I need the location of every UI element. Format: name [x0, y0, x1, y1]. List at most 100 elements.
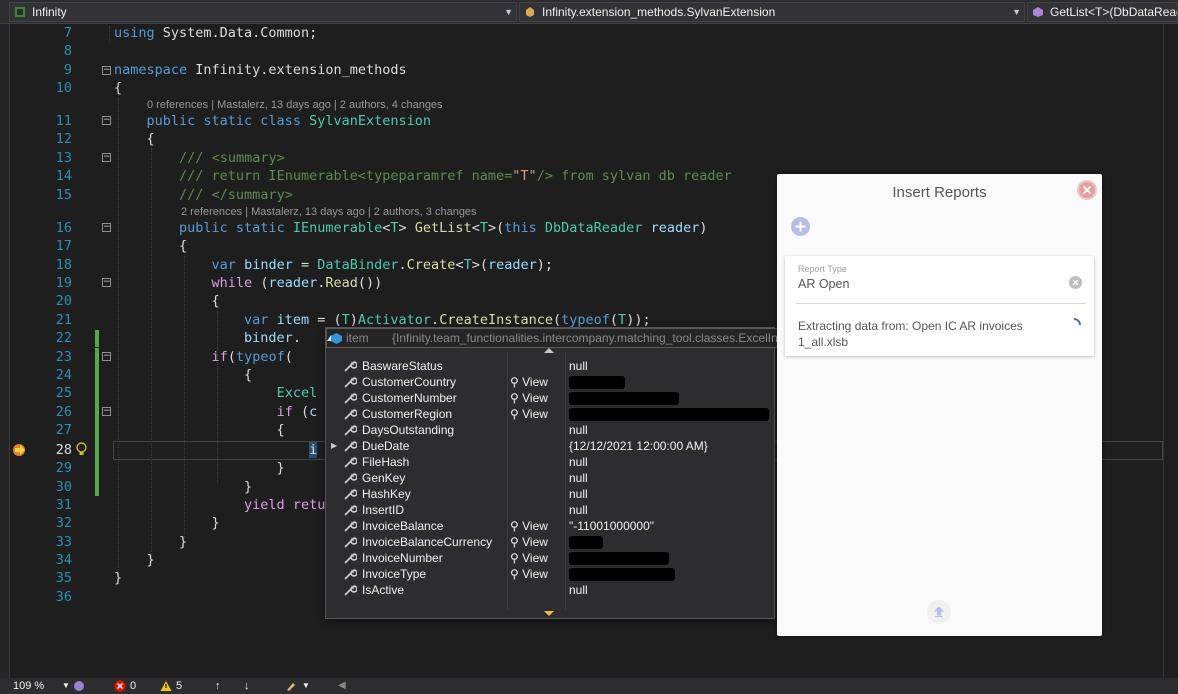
- line-number: 12: [55, 131, 72, 147]
- expand-arrow-icon[interactable]: ▶: [331, 438, 337, 454]
- class-icon: [526, 7, 534, 17]
- visualizer-view-button[interactable]: ⚲ View: [510, 518, 548, 534]
- line-number-current: 28: [55, 442, 72, 458]
- magnifier-icon: ⚲: [510, 519, 519, 533]
- collapse-toggle[interactable]: −: [102, 352, 111, 361]
- lightbulb-icon[interactable]: [76, 442, 87, 457]
- datatip-row[interactable]: IsActive null: [326, 582, 774, 598]
- visualizer-view-button[interactable]: ⚲ View: [510, 566, 548, 582]
- member-dropdown[interactable]: GetList<T>(DbDataReade: [1027, 2, 1178, 22]
- line-number: 36: [55, 589, 72, 605]
- collapse-toggle[interactable]: −: [102, 153, 111, 162]
- debugger-datatip[interactable]: item {Infinity.team_functionalities.inte…: [325, 327, 836, 619]
- scroll-left-icon[interactable]: ◀: [338, 678, 346, 694]
- code-line: {: [114, 367, 253, 383]
- visualizer-view-button[interactable]: ⚲ View: [510, 534, 548, 550]
- datatip-row[interactable]: GenKey null: [326, 470, 774, 486]
- scroll-up-icon[interactable]: [544, 348, 554, 353]
- project-dropdown[interactable]: Infinity ▼: [9, 2, 517, 22]
- visualizer-view-button[interactable]: ⚲ View: [510, 390, 548, 406]
- vertical-scrollbar[interactable]: [1163, 24, 1178, 678]
- redaction-mark: [569, 392, 679, 406]
- datatip-row[interactable]: HashKey null: [326, 486, 774, 502]
- view-label: View: [522, 551, 548, 565]
- copilot-icon[interactable]: [73, 680, 85, 692]
- warning-count[interactable]: 5: [176, 678, 182, 694]
- line-number: 34: [55, 552, 72, 568]
- codelens-info[interactable]: 0 references | Mastalerz, 13 days ago | …: [147, 98, 443, 112]
- arrow-down-icon[interactable]: ↓: [244, 678, 250, 694]
- code-line: {: [114, 80, 123, 96]
- chevron-down-icon: ▼: [504, 7, 513, 17]
- visualizer-view-button[interactable]: ⚲ View: [510, 550, 548, 566]
- datatip-row[interactable]: CustomerRegion ⚲ View: [326, 406, 774, 422]
- datatip-row[interactable]: DaysOutstanding null: [326, 422, 774, 438]
- datatip-row[interactable]: InvoiceType ⚲ View: [326, 566, 774, 582]
- code-line: }: [114, 570, 123, 586]
- datatip-row[interactable]: InvoiceBalanceCurrency ⚲ View: [326, 534, 774, 550]
- property-value: [569, 534, 603, 550]
- collapse-toggle[interactable]: −: [102, 407, 111, 416]
- line-number: 22: [55, 330, 72, 346]
- property-wrench-icon: [344, 505, 357, 516]
- datatip-row[interactable]: BaswareStatus null: [326, 358, 774, 374]
- line-number: 25: [55, 385, 72, 401]
- report-type-label: Report Type: [798, 264, 847, 274]
- navigation-bar: Infinity ▼ Infinity.extension_methods.Sy…: [0, 0, 1178, 24]
- code-line: using System.Data.Common;: [114, 25, 318, 41]
- brush-icon[interactable]: [285, 680, 298, 692]
- error-icon[interactable]: [114, 680, 126, 692]
- project-name: Infinity: [32, 5, 67, 19]
- view-label: View: [522, 535, 548, 549]
- code-line: var binder = DataBinder.Create<T>(reader…: [211, 257, 554, 273]
- clear-icon: [1072, 279, 1079, 286]
- property-wrench-icon: [344, 409, 357, 420]
- datatip-row[interactable]: InvoiceNumber ⚲ View: [326, 550, 774, 566]
- code-line: }: [114, 534, 188, 550]
- line-number: 17: [55, 238, 72, 254]
- redaction-mark: [569, 376, 625, 390]
- clear-button[interactable]: [1069, 276, 1082, 289]
- csharp-project-icon: [15, 7, 25, 17]
- collapse-toggle[interactable]: −: [102, 66, 111, 75]
- warning-icon[interactable]: [160, 680, 172, 692]
- line-number: 20: [55, 293, 72, 309]
- codelens-info[interactable]: 2 references | Mastalerz, 13 days ago | …: [181, 205, 477, 219]
- property-name: InsertID: [362, 503, 405, 517]
- type-name: Infinity.extension_methods.SylvanExtensi…: [542, 5, 776, 19]
- error-count[interactable]: 0: [130, 678, 136, 694]
- line-number: 31: [55, 497, 72, 513]
- datatip-variable: item: [346, 331, 369, 345]
- status-text: Extracting data from: Open IC AR invoice…: [798, 319, 1023, 333]
- add-report-button[interactable]: [791, 217, 810, 236]
- chevron-down-icon[interactable]: ▼: [302, 678, 310, 694]
- collapse-toggle[interactable]: −: [102, 116, 111, 125]
- upload-button[interactable]: [927, 600, 951, 624]
- visualizer-view-button[interactable]: ⚲ View: [510, 374, 548, 390]
- line-number: 8: [63, 43, 72, 59]
- datatip-row[interactable]: CustomerCountry ⚲ View: [326, 374, 774, 390]
- property-value: [569, 566, 675, 582]
- zoom-level[interactable]: 109 %: [13, 678, 44, 694]
- scroll-down-icon[interactable]: [544, 611, 554, 616]
- property-value: null: [569, 454, 588, 470]
- property-wrench-icon: [344, 585, 357, 596]
- type-dropdown[interactable]: Infinity.extension_methods.SylvanExtensi…: [519, 2, 1025, 22]
- value-text: null: [569, 487, 588, 501]
- line-number: 24: [55, 367, 72, 383]
- datatip-row[interactable]: FileHash null: [326, 454, 774, 470]
- collapse-toggle[interactable]: −: [102, 278, 111, 287]
- collapse-toggle[interactable]: −: [102, 223, 111, 232]
- report-type-select[interactable]: AR Open: [798, 277, 849, 291]
- close-button[interactable]: [1077, 180, 1097, 200]
- datatip-row[interactable]: CustomerNumber ⚲ View: [326, 390, 774, 406]
- code-line: }: [114, 460, 285, 476]
- redaction-mark: [569, 408, 769, 422]
- property-name: InvoiceBalance: [362, 519, 444, 533]
- datatip-row[interactable]: InvoiceBalance ⚲ View "-11001000000": [326, 518, 774, 534]
- datatip-row[interactable]: ▶ DueDate {12/12/2021 12:00:00 AM}: [326, 438, 774, 454]
- datatip-row[interactable]: InsertID null: [326, 502, 774, 518]
- visualizer-view-button[interactable]: ⚲ View: [510, 406, 548, 422]
- arrow-up-icon[interactable]: ↑: [215, 678, 221, 694]
- chevron-down-icon[interactable]: ▼: [62, 678, 70, 694]
